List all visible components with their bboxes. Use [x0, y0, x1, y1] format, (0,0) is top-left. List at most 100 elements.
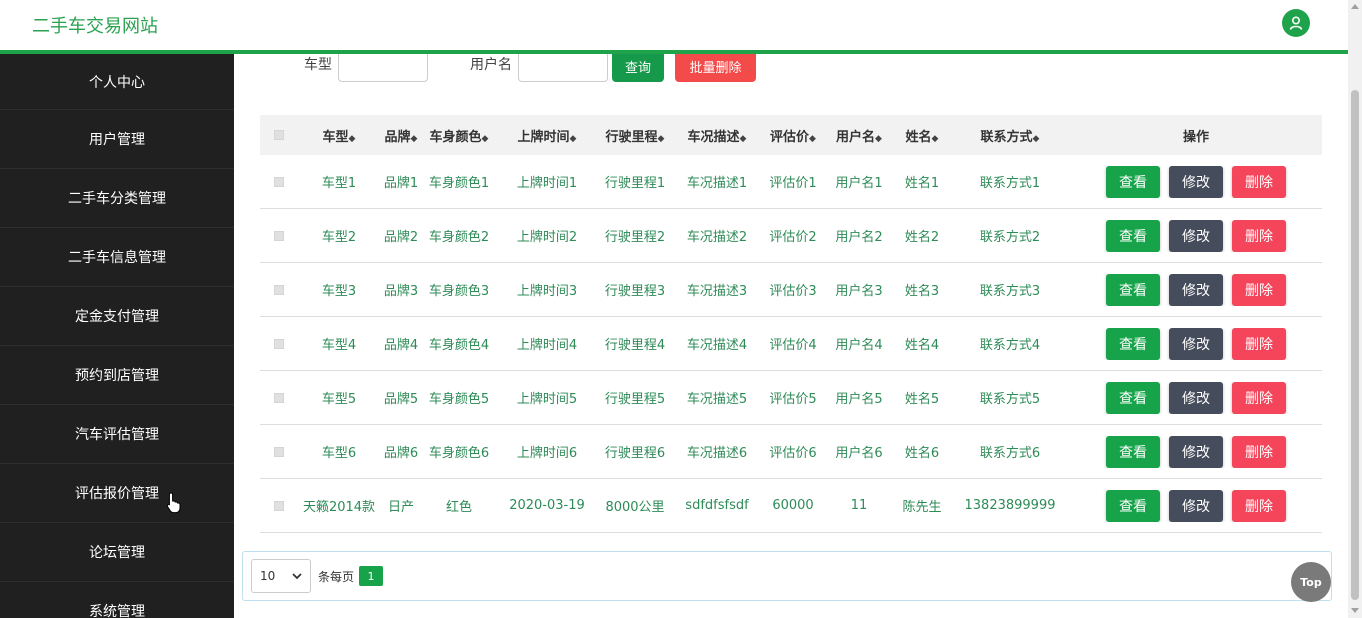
header-car-type[interactable]: 车型◆ [298, 126, 380, 145]
cell-color: 车身颜色3 [428, 284, 490, 299]
cell-color: 车身颜色6 [428, 446, 490, 461]
delete-button[interactable]: 删除 [1232, 219, 1286, 252]
header-mileage[interactable]: 行驶里程◆ [598, 126, 672, 145]
delete-button[interactable]: 删除 [1232, 435, 1286, 468]
cell-condition: sdfdfsfsdf [685, 498, 749, 513]
view-button[interactable]: 查看 [1106, 489, 1160, 522]
sidebar-item-deposit[interactable]: 定金支付管理 [0, 287, 234, 346]
cell-car-type: 车型4 [321, 338, 357, 353]
scroll-up-arrow-icon[interactable] [1351, 4, 1359, 9]
cell-color: 车身颜色2 [428, 230, 490, 245]
header-price[interactable]: 评估价◆ [762, 126, 824, 145]
view-button[interactable]: 查看 [1106, 165, 1160, 198]
cell-username: 用户名2 [835, 230, 883, 245]
header-username[interactable]: 用户名◆ [824, 126, 894, 145]
delete-button[interactable]: 删除 [1232, 489, 1286, 522]
row-actions: 查看 修改 删除 [1070, 435, 1322, 468]
row-actions: 查看 修改 删除 [1070, 219, 1322, 252]
row-checkbox[interactable] [274, 446, 284, 457]
cell-contact: 13823899999 [964, 498, 1056, 513]
cell-condition: 车况描述1 [686, 176, 748, 191]
view-button[interactable]: 查看 [1106, 219, 1160, 252]
back-to-top-button[interactable]: Top [1291, 562, 1331, 602]
car-type-input[interactable] [338, 50, 428, 82]
view-button[interactable]: 查看 [1106, 327, 1160, 360]
cell-condition: 车况描述2 [686, 230, 748, 245]
header-contact[interactable]: 联系方式◆ [950, 126, 1070, 145]
sidebar-item-appointment[interactable]: 预约到店管理 [0, 346, 234, 405]
edit-button[interactable]: 修改 [1169, 327, 1223, 360]
row-checkbox[interactable] [274, 284, 284, 295]
edit-button[interactable]: 修改 [1169, 219, 1223, 252]
row-checkbox[interactable] [274, 500, 284, 511]
row-checkbox[interactable] [274, 230, 284, 241]
mouse-cursor-icon [166, 492, 182, 518]
header-name[interactable]: 姓名◆ [894, 126, 950, 145]
cell-mileage: 8000公里 [605, 500, 665, 515]
cell-price: 评估价2 [769, 230, 817, 245]
delete-button[interactable]: 删除 [1232, 327, 1286, 360]
sidebar-item-label: 二手车信息管理 [68, 250, 166, 266]
cell-username: 用户名1 [835, 176, 883, 191]
cell-brand: 品牌5 [383, 392, 419, 407]
batch-delete-button[interactable]: 批量删除 [675, 50, 756, 82]
page-size-select[interactable]: 10 [251, 559, 311, 593]
sidebar-item-system[interactable]: 系统管理 [0, 582, 234, 618]
edit-button[interactable]: 修改 [1169, 435, 1223, 468]
row-actions: 查看 修改 删除 [1070, 489, 1322, 522]
header-condition[interactable]: 车况描述◆ [672, 126, 762, 145]
cell-plate-date: 上牌时间2 [516, 230, 578, 245]
header-color[interactable]: 车身颜色◆ [422, 126, 496, 145]
view-button[interactable]: 查看 [1106, 435, 1160, 468]
edit-button[interactable]: 修改 [1169, 273, 1223, 306]
site-title: 二手车交易网站 [32, 16, 158, 37]
sidebar-item-car-category[interactable]: 二手车分类管理 [0, 169, 234, 228]
cell-plate-date: 2020-03-19 [509, 498, 585, 513]
view-button[interactable]: 查看 [1106, 381, 1160, 414]
header-brand[interactable]: 品牌◆ [380, 126, 422, 145]
username-input[interactable] [518, 50, 608, 82]
delete-button[interactable]: 删除 [1232, 165, 1286, 198]
table-header: 车型◆ 品牌◆ 车身颜色◆ 上牌时间◆ 行驶里程◆ 车况描述◆ 评估价◆ 用户名… [260, 115, 1322, 155]
top-header: 二手车交易网站 [0, 0, 1348, 54]
scrollbar-thumb[interactable] [1351, 90, 1359, 600]
select-all-checkbox[interactable] [274, 130, 284, 140]
sort-icon: ◆ [739, 133, 747, 144]
sidebar-item-forum[interactable]: 论坛管理 [0, 523, 234, 582]
page-button-1[interactable]: 1 [359, 566, 384, 586]
delete-button[interactable]: 删除 [1232, 381, 1286, 414]
cell-price: 评估价1 [769, 176, 817, 191]
sidebar-item-car-info[interactable]: 二手车信息管理 [0, 228, 234, 287]
header-plate-date[interactable]: 上牌时间◆ [496, 126, 598, 145]
delete-button[interactable]: 删除 [1232, 273, 1286, 306]
row-checkbox[interactable] [274, 392, 284, 403]
cell-username: 用户名3 [835, 284, 883, 299]
cell-mileage: 行驶里程3 [604, 284, 666, 299]
page-scrollbar[interactable] [1348, 0, 1362, 618]
view-button[interactable]: 查看 [1106, 273, 1160, 306]
cell-condition: 车况描述6 [686, 446, 748, 461]
cell-car-type: 天籁2014款 [302, 500, 376, 515]
edit-button[interactable]: 修改 [1169, 489, 1223, 522]
sidebar-item-evaluation[interactable]: 汽车评估管理 [0, 405, 234, 464]
cell-username: 用户名5 [835, 392, 883, 407]
row-checkbox[interactable] [274, 338, 284, 349]
sidebar-item-personal-center[interactable]: 个人中心 [0, 54, 234, 110]
edit-button[interactable]: 修改 [1169, 165, 1223, 198]
table-body: 车型1 品牌1 车身颜色1 上牌时间1 行驶里程1 车况描述1 评估价1 用户名1 姓名1 联系方… [260, 155, 1322, 533]
edit-button[interactable]: 修改 [1169, 381, 1223, 414]
cell-price: 评估价4 [769, 338, 817, 353]
table-row: 车型2 品牌2 车身颜色2 上牌时间2 行驶里程2 车况描述2 评估价2 用户名2 姓名2 联系方… [260, 209, 1322, 263]
sidebar-item-users[interactable]: 用户管理 [0, 110, 234, 169]
user-avatar[interactable] [1282, 9, 1310, 37]
sidebar-item-quote[interactable]: 评估报价管理 [0, 464, 234, 523]
query-button[interactable]: 查询 [612, 50, 664, 82]
row-actions: 查看 修改 删除 [1070, 273, 1322, 306]
row-checkbox[interactable] [274, 176, 284, 187]
cell-condition: 车况描述5 [686, 392, 748, 407]
cell-name: 姓名2 [904, 230, 940, 245]
scroll-down-arrow-icon[interactable] [1351, 608, 1359, 613]
user-icon [1289, 16, 1303, 30]
cell-color: 车身颜色4 [428, 338, 490, 353]
header-actions: 操作 [1182, 129, 1209, 145]
